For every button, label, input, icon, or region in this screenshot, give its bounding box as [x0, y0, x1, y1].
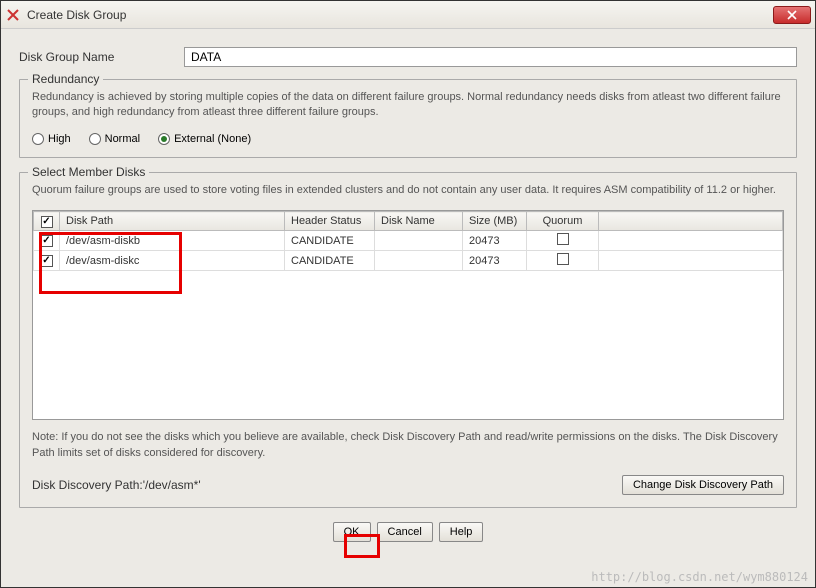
titlebar: Create Disk Group [1, 1, 815, 29]
discovery-path-label: Disk Discovery Path:'/dev/asm*' [32, 478, 201, 492]
radio-icon [89, 133, 101, 145]
help-button[interactable]: Help [439, 522, 484, 542]
change-discovery-path-button[interactable]: Change Disk Discovery Path [622, 475, 784, 495]
ok-button[interactable]: OK [333, 522, 371, 542]
member-disks-fieldset: Select Member Disks Quorum failure group… [19, 172, 797, 508]
disks-table: Disk Path Header Status Disk Name Size (… [33, 211, 783, 271]
cell-header-status: CANDIDATE [285, 251, 375, 271]
disk-group-name-label: Disk Group Name [19, 50, 184, 64]
redundancy-desc: Redundancy is achieved by storing multip… [32, 90, 784, 121]
radio-icon [158, 133, 170, 145]
col-header-status[interactable]: Header Status [285, 212, 375, 231]
disk-group-name-input[interactable] [184, 47, 797, 67]
radio-label: External (None) [174, 133, 251, 145]
content: Disk Group Name Redundancy Redundancy is… [1, 29, 815, 554]
checkbox-icon [41, 235, 53, 247]
redundancy-fieldset: Redundancy Redundancy is achieved by sto… [19, 79, 797, 158]
cell-size-mb: 20473 [463, 231, 527, 251]
row-checkbox-cell[interactable] [34, 251, 60, 271]
dialog-buttons: OK Cancel Help [19, 522, 797, 542]
discovery-path-row: Disk Discovery Path:'/dev/asm*' Change D… [32, 475, 784, 495]
table-header-row: Disk Path Header Status Disk Name Size (… [34, 212, 783, 231]
cell-disk-name [375, 231, 463, 251]
table-row[interactable]: /dev/asm-diskb CANDIDATE 20473 [34, 231, 783, 251]
radio-label: Normal [105, 133, 140, 145]
member-disks-note: Note: If you do not see the disks which … [32, 430, 784, 461]
col-disk-name[interactable]: Disk Name [375, 212, 463, 231]
checkbox-icon [557, 253, 569, 265]
checkbox-icon [557, 233, 569, 245]
cell-header-status: CANDIDATE [285, 231, 375, 251]
disks-table-wrap[interactable]: Disk Path Header Status Disk Name Size (… [32, 210, 784, 420]
redundancy-option-high[interactable]: High [32, 133, 71, 145]
window-title: Create Disk Group [27, 8, 773, 22]
cancel-button[interactable]: Cancel [377, 522, 433, 542]
cell-disk-path: /dev/asm-diskb [60, 231, 285, 251]
col-size-mb[interactable]: Size (MB) [463, 212, 527, 231]
row-checkbox-cell[interactable] [34, 231, 60, 251]
radio-icon [32, 133, 44, 145]
disk-group-name-row: Disk Group Name [19, 47, 797, 67]
member-disks-legend: Select Member Disks [28, 165, 149, 179]
checkbox-icon [41, 216, 53, 228]
radio-label: High [48, 133, 71, 145]
window-close-button[interactable] [773, 6, 811, 24]
redundancy-options: High Normal External (None) [32, 133, 784, 145]
window: Create Disk Group Disk Group Name Redund… [0, 0, 816, 588]
redundancy-legend: Redundancy [28, 72, 103, 86]
cell-spacer [599, 251, 783, 271]
redundancy-option-external[interactable]: External (None) [158, 133, 251, 145]
cell-quorum[interactable] [527, 251, 599, 271]
col-spacer [599, 212, 783, 231]
member-disks-desc: Quorum failure groups are used to store … [32, 183, 784, 198]
app-icon [5, 7, 21, 23]
cell-size-mb: 20473 [463, 251, 527, 271]
cell-disk-path: /dev/asm-diskc [60, 251, 285, 271]
checkbox-icon [41, 255, 53, 267]
cell-spacer [599, 231, 783, 251]
col-disk-path[interactable]: Disk Path [60, 212, 285, 231]
table-row[interactable]: /dev/asm-diskc CANDIDATE 20473 [34, 251, 783, 271]
select-all-header[interactable] [34, 212, 60, 231]
redundancy-option-normal[interactable]: Normal [89, 133, 140, 145]
cell-disk-name [375, 251, 463, 271]
watermark-text: http://blog.csdn.net/wym880124 [591, 570, 808, 584]
cell-quorum[interactable] [527, 231, 599, 251]
col-quorum[interactable]: Quorum [527, 212, 599, 231]
